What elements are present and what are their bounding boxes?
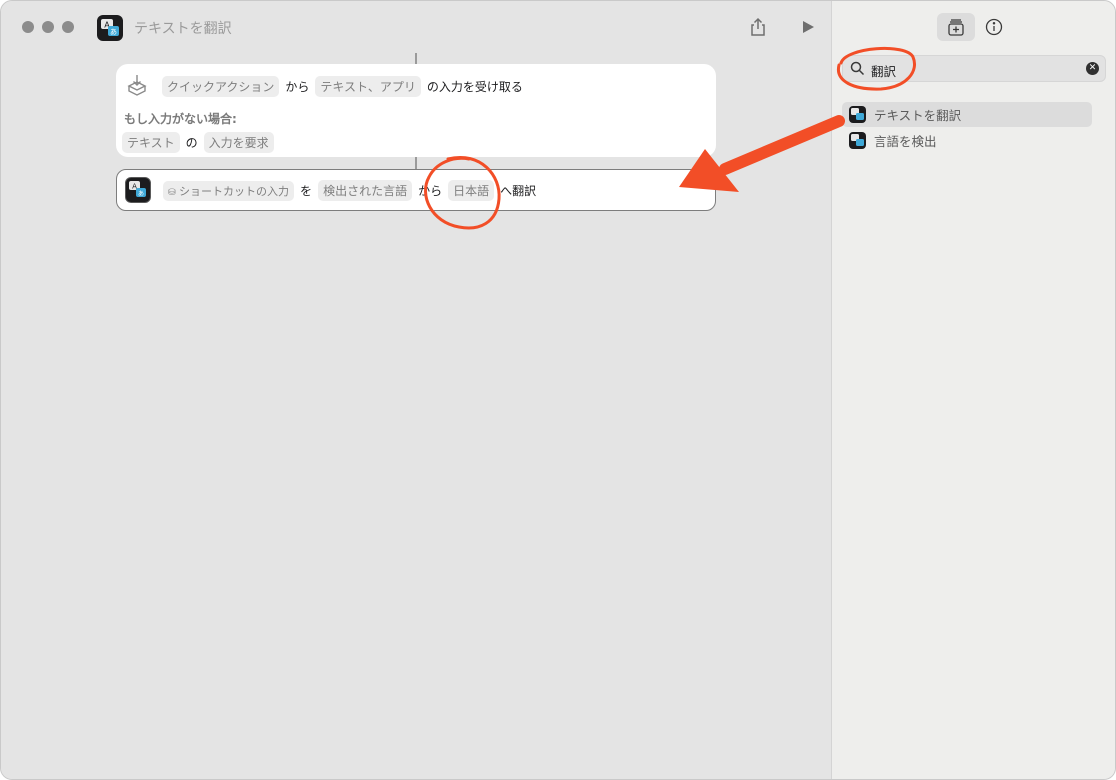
input-content-token[interactable]: テキスト、アプリ <box>315 76 421 97</box>
connector-text: の <box>185 136 198 150</box>
result-item-translate-text[interactable]: テキストを翻訳 <box>842 102 1092 127</box>
share-icon[interactable] <box>747 16 769 38</box>
minimize-window-button[interactable] <box>42 21 54 33</box>
fallback-type-token[interactable]: テキスト <box>122 132 180 153</box>
window-title: テキストを翻訳 <box>134 21 232 37</box>
details-tab[interactable] <box>975 13 1013 41</box>
shortcut-input-token[interactable]: ⛁ ショートカットの入力 <box>163 180 295 201</box>
shortcut-input-label: ショートカットの入力 <box>179 184 290 198</box>
connector-text: の入力を受け取る <box>426 80 523 94</box>
connector-text: へ翻訳 <box>500 184 537 198</box>
connector-text: を <box>300 184 313 198</box>
result-label: 言語を検出 <box>874 134 937 149</box>
window-controls <box>22 21 74 33</box>
translate-row: ⛁ ショートカットの入力 を 検出された言語 から 日本語 へ翻訳 <box>163 180 536 201</box>
shortcuts-window: A あ テキストを翻訳 クイックアクション から テキスト、アプリ の入力を受け… <box>0 0 1116 780</box>
translate-app-icon: A あ <box>97 15 123 41</box>
search-icon <box>850 61 865 76</box>
zoom-window-button[interactable] <box>62 21 74 33</box>
svg-text:あ: あ <box>110 28 117 36</box>
connector-text: から <box>285 80 310 94</box>
clear-search-icon[interactable]: ✕ <box>1086 62 1099 75</box>
translate-action-icon: A あ <box>125 177 151 203</box>
translate-action-icon <box>849 106 866 123</box>
fallback-row: テキスト の 入力を要求 <box>122 132 274 153</box>
action-search-field[interactable]: 翻訳 ✕ <box>842 55 1106 82</box>
fallback-action-token[interactable]: 入力を要求 <box>203 132 274 153</box>
result-item-detect-language[interactable]: 言語を検出 <box>842 128 1092 153</box>
action-library-tab[interactable] <box>937 13 975 41</box>
info-icon <box>985 18 1003 36</box>
library-add-icon <box>948 19 964 36</box>
receive-tray-icon <box>126 73 148 99</box>
close-window-button[interactable] <box>22 21 34 33</box>
source-language-token[interactable]: 検出された言語 <box>318 180 413 201</box>
no-input-label: もし入力がない場合: <box>124 112 237 126</box>
search-input-value[interactable]: 翻訳 <box>871 61 896 80</box>
receive-input-row: クイックアクション から テキスト、アプリ の入力を受け取る <box>162 76 523 97</box>
editor-pane: A あ テキストを翻訳 クイックアクション から テキスト、アプリ の入力を受け… <box>1 1 831 779</box>
action-library-sidebar: 翻訳 ✕ テキストを翻訳 言語を検出 <box>831 1 1115 779</box>
translate-action-icon <box>849 132 866 149</box>
shortcut-input-icon: ⛁ <box>168 187 176 198</box>
input-type-token[interactable]: クイックアクション <box>162 76 280 97</box>
receive-input-action[interactable]: クイックアクション から テキスト、アプリ の入力を受け取る もし入力がない場合… <box>116 64 716 157</box>
result-label: テキストを翻訳 <box>874 108 962 123</box>
connector-text: から <box>418 184 443 198</box>
target-language-token[interactable]: 日本語 <box>448 180 495 201</box>
run-play-icon[interactable] <box>800 19 816 35</box>
svg-text:あ: あ <box>138 191 144 198</box>
flow-connector <box>415 157 417 169</box>
translate-text-action[interactable]: A あ ⛁ ショートカットの入力 を 検出された言語 から 日本語 へ翻訳 <box>116 169 716 211</box>
